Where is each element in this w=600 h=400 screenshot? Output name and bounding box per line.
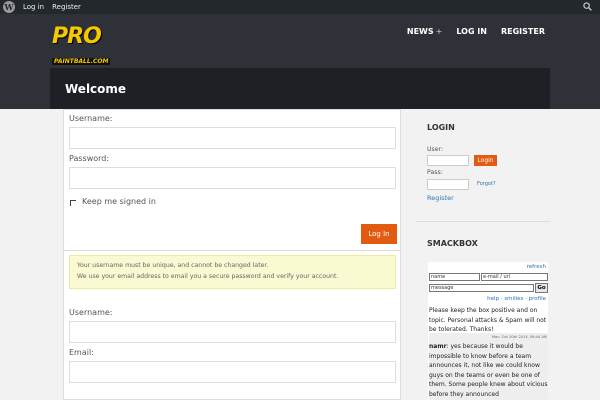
smackbox-profile-link[interactable]: profile: [529, 296, 546, 302]
link-separator: ·: [525, 296, 527, 302]
smackbox-refresh-link[interactable]: refresh: [527, 264, 546, 270]
login-password-label: Password:: [69, 154, 110, 163]
smackbox-message-input[interactable]: message: [429, 284, 534, 292]
nav-news-label: NEWS: [406, 27, 434, 36]
smackbox-go-button[interactable]: Go: [535, 283, 548, 293]
logo-main-text: PRO: [52, 24, 102, 49]
smackbox-name-input[interactable]: name: [429, 273, 480, 281]
admin-login-link[interactable]: Log in: [23, 3, 44, 11]
nav-register[interactable]: REGISTER: [501, 27, 545, 36]
sidebar-login-title: LOGIN: [427, 123, 455, 132]
main-content: Username: Password: Keep me signed in Lo…: [63, 109, 401, 400]
sidebar-divider: [416, 221, 550, 222]
smackbox-title: SMACKBOX: [427, 239, 478, 248]
register-username-input[interactable]: [69, 321, 396, 343]
smackbox-links: help · smilies · profile: [487, 296, 546, 302]
nav-news[interactable]: NEWS +: [407, 27, 442, 36]
wordpress-logo-icon[interactable]: W: [3, 1, 15, 13]
message-text: : yes because it would be impossible to …: [429, 343, 548, 398]
admin-bar: W Log in Register: [0, 0, 600, 14]
message-body: namr: yes because it would be impossible…: [429, 342, 548, 399]
register-email-input[interactable]: [69, 361, 396, 383]
link-separator: ·: [500, 296, 503, 302]
submenu-plus-icon: +: [435, 27, 443, 36]
sidebar-pass-input[interactable]: [427, 179, 469, 190]
register-email-label: Email:: [69, 348, 94, 357]
register-username-label: Username:: [69, 308, 113, 317]
login-username-input[interactable]: [69, 127, 396, 149]
smackbox-smilies-link[interactable]: smilies: [504, 296, 523, 302]
smackbox-help-link[interactable]: help: [487, 296, 499, 302]
admin-register-link[interactable]: Register: [52, 3, 81, 11]
smackbox-email-input[interactable]: e-mail / url: [481, 273, 548, 281]
logo-sub-text: PAINTBALL.COM: [52, 58, 111, 65]
message-author[interactable]: namr: [429, 343, 447, 350]
sidebar-pass-label: Pass:: [427, 169, 443, 176]
notice-line-2: We use your email address to email you a…: [77, 273, 339, 280]
smackbox-message: Mon. Oct 20th 2014, 06:44 AM namr: yes b…: [429, 333, 548, 400]
login-submit-button[interactable]: Log In: [361, 224, 397, 244]
form-divider: [64, 250, 400, 251]
nav-login[interactable]: LOG IN: [456, 27, 487, 36]
forgot-password-link[interactable]: Forgot?: [477, 181, 496, 187]
registration-notice: Your username must be unique, and cannot…: [69, 255, 396, 289]
login-username-label: Username:: [69, 114, 113, 123]
sidebar: LOGIN User: Login Pass: Forgot? Register…: [416, 109, 550, 400]
login-password-input[interactable]: [69, 167, 396, 189]
smackbox: refresh name e-mail / url message Go hel…: [428, 262, 548, 400]
remember-label[interactable]: Keep me signed in: [82, 197, 156, 206]
smackbox-rules-text: Please keep the box positive and on topi…: [429, 307, 547, 333]
sidebar-user-input[interactable]: [427, 155, 469, 166]
page-title: Welcome: [65, 82, 127, 96]
sidebar-user-label: User:: [427, 146, 444, 153]
notice-line-1: Your username must be unique, and cannot…: [77, 262, 269, 269]
sidebar-login-button[interactable]: Login: [474, 155, 497, 166]
search-icon[interactable]: [583, 2, 592, 11]
page-title-bar: Welcome: [50, 68, 550, 109]
main-nav: NEWS + LOG IN REGISTER: [407, 27, 545, 36]
message-timestamp: Mon. Oct 20th 2014, 06:44 AM: [491, 335, 547, 339]
remember-checkbox[interactable]: [70, 200, 76, 206]
sidebar-register-link[interactable]: Register: [427, 194, 454, 202]
site-logo[interactable]: PRO PAINTBALL.COM: [52, 24, 112, 65]
